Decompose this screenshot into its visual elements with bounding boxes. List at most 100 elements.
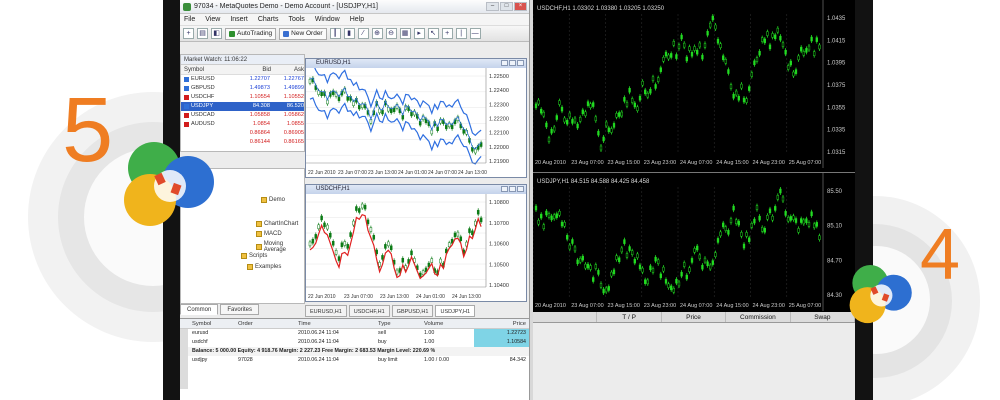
- price-tick-label: 1.22400: [489, 88, 509, 94]
- column-blank[interactable]: [533, 312, 598, 322]
- pending-order-row[interactable]: usdjpy 97028 2010.06.24 11:04 buy limit …: [180, 356, 529, 365]
- mt4-usdjpy-canvas[interactable]: 85.5085.1084.7084.3020 Aug 2010 23 Aug 07…: [533, 173, 855, 311]
- navigator-item[interactable]: Moving Average: [256, 241, 304, 253]
- candle: [355, 206, 358, 211]
- candle: [774, 34, 777, 40]
- autoscroll-icon[interactable]: ▸: [413, 28, 425, 39]
- cursor-icon[interactable]: ↖: [427, 28, 439, 39]
- candle: [560, 106, 564, 112]
- autotrading-button[interactable]: AutoTrading: [225, 27, 277, 40]
- mt4-chart-usdjpy[interactable]: USDJPY,H1 84.515 84.588 84.425 84.458 85…: [533, 172, 855, 311]
- chart-tab-usdjpy[interactable]: USDJPY,H1: [435, 305, 476, 317]
- menu-charts[interactable]: Charts: [258, 14, 279, 25]
- time-tick-label: 22 Jun 2010: [308, 294, 336, 300]
- chart-tab-gbpusd[interactable]: GBPUSD,H1: [391, 305, 434, 317]
- navigator-item[interactable]: Examples: [247, 264, 281, 270]
- candle: [763, 38, 766, 44]
- usdchf-chart-canvas[interactable]: 1.10800 1.10700 1.10600 1.10500 1.10400 22 Ju…: [306, 194, 526, 301]
- chart-window-usdchf[interactable]: USDCHF,H1 1.10800 1.10700 1.10600 1.10500 1.…: [305, 184, 527, 302]
- bar-chart-icon[interactable]: ┃: [329, 28, 341, 39]
- position-row[interactable]: eurusd 2010.06.24 11:04 sell 1.00 1.2272…: [180, 329, 529, 338]
- candle: [664, 279, 668, 284]
- column-bid[interactable]: Bid: [236, 65, 271, 74]
- eurusd-chart-canvas[interactable]: 1.22500 1.22400 1.22300 1.22200 1.22100 1.220…: [306, 68, 526, 177]
- chart-window-eurusd[interactable]: EURUSD,H1 1.22500 1.22400 1.22300 1.22200 1.…: [305, 58, 527, 178]
- maximize-button[interactable]: □: [500, 2, 513, 11]
- candle: [810, 36, 813, 42]
- column-type[interactable]: Type: [378, 319, 424, 328]
- menu-help[interactable]: Help: [350, 14, 364, 25]
- chart-tab-eurusd[interactable]: EURUSD,H1: [305, 305, 347, 317]
- position-row[interactable]: usdchf 2010.06.24 11:04 buy 1.00 1.10584: [180, 338, 529, 347]
- candle: [670, 53, 673, 58]
- column-price[interactable]: Price: [662, 312, 727, 322]
- column-ask[interactable]: Ask: [271, 65, 304, 74]
- vertical-line-icon[interactable]: |: [455, 28, 467, 39]
- tab-common[interactable]: Common: [180, 304, 219, 315]
- menu-tools[interactable]: Tools: [288, 14, 304, 25]
- menu-insert[interactable]: Insert: [230, 14, 248, 25]
- navigator-item[interactable]: Demo: [261, 197, 285, 203]
- candle: [584, 111, 587, 117]
- crosshair-icon[interactable]: +: [441, 28, 453, 39]
- minimize-button[interactable]: –: [486, 2, 499, 11]
- candle: [421, 270, 425, 276]
- close-button[interactable]: ×: [514, 2, 527, 11]
- candle: [755, 205, 759, 210]
- market-watch-row[interactable]: USDCAD 1.05858 1.05862: [181, 111, 304, 120]
- candle: [573, 246, 577, 252]
- mt4-terminal: T / P Price Commission Swap: [533, 312, 855, 400]
- candle: [805, 218, 808, 223]
- market-watch-row[interactable]: USDCHF 1.10554 1.10552: [181, 93, 304, 102]
- tile-windows-icon[interactable]: ▦: [399, 28, 411, 39]
- candle: [735, 219, 738, 225]
- chart-close-button[interactable]: [517, 186, 524, 192]
- new-chart-icon[interactable]: +: [183, 28, 194, 39]
- menu-view[interactable]: View: [205, 14, 220, 25]
- candle: [346, 96, 349, 101]
- column-volume[interactable]: Volume: [424, 319, 474, 328]
- line-chart-icon[interactable]: ⁄: [357, 28, 369, 39]
- market-watch-row[interactable]: GBPUSD 1.49873 1.49899: [181, 84, 304, 93]
- mt4-usdchf-canvas[interactable]: 1.0435 1.0415 1.0395 1.0375 1.0355 1.0335 1.03…: [533, 0, 855, 168]
- column-symbol[interactable]: Symbol: [181, 65, 236, 74]
- candle: [729, 84, 733, 89]
- candle: [550, 215, 553, 221]
- navigator-item[interactable]: MACD: [256, 231, 282, 237]
- navigator-item[interactable]: ChartInChart: [256, 221, 298, 227]
- chart-minimize-button[interactable]: [501, 186, 508, 192]
- chart-minimize-button[interactable]: [501, 60, 508, 66]
- horizontal-line-icon[interactable]: —: [469, 28, 481, 39]
- column-order[interactable]: Order: [238, 319, 298, 328]
- column-symbol[interactable]: Symbol: [180, 319, 238, 328]
- candle: [320, 215, 323, 221]
- price-tick-label: 1.10800: [489, 200, 509, 206]
- candle: [586, 263, 590, 269]
- zoom-out-icon[interactable]: ⊖: [385, 28, 397, 39]
- zoom-in-icon[interactable]: ⊕: [371, 28, 383, 39]
- chart-maximize-button[interactable]: [509, 60, 516, 66]
- profiles-icon[interactable]: ▤: [197, 28, 208, 39]
- candle: [555, 115, 558, 120]
- candlestick-icon[interactable]: ▮: [343, 28, 355, 39]
- candle: [748, 237, 751, 243]
- menu-file[interactable]: File: [184, 14, 195, 25]
- column-commission[interactable]: Commission: [726, 312, 791, 322]
- mt4-chart-usdchf[interactable]: USDCHF,H1 1.03302 1.03380 1.03205 1.0325…: [533, 0, 855, 168]
- tab-favorites[interactable]: Favorites: [220, 304, 260, 315]
- market-watch-row-selected[interactable]: USDJPY 84.308 86.520: [181, 102, 304, 111]
- candle: [688, 267, 691, 272]
- column-price[interactable]: Price: [474, 319, 529, 328]
- market-watch-icon[interactable]: ◧: [211, 28, 222, 39]
- chart-close-button[interactable]: [517, 60, 524, 66]
- new-order-button[interactable]: New Order: [279, 27, 327, 40]
- chart-tab-usdchf[interactable]: USDCHF,H1: [348, 305, 390, 317]
- navigator-item[interactable]: Scripts: [241, 253, 267, 259]
- candle: [703, 43, 707, 48]
- column-tp[interactable]: T / P: [597, 312, 662, 322]
- menu-window[interactable]: Window: [315, 14, 340, 25]
- price-tick-label: 1.21900: [489, 159, 509, 165]
- market-watch-row[interactable]: EURUSD 1.22707 1.22767: [181, 75, 304, 84]
- chart-maximize-button[interactable]: [509, 186, 516, 192]
- column-time[interactable]: Time: [298, 319, 378, 328]
